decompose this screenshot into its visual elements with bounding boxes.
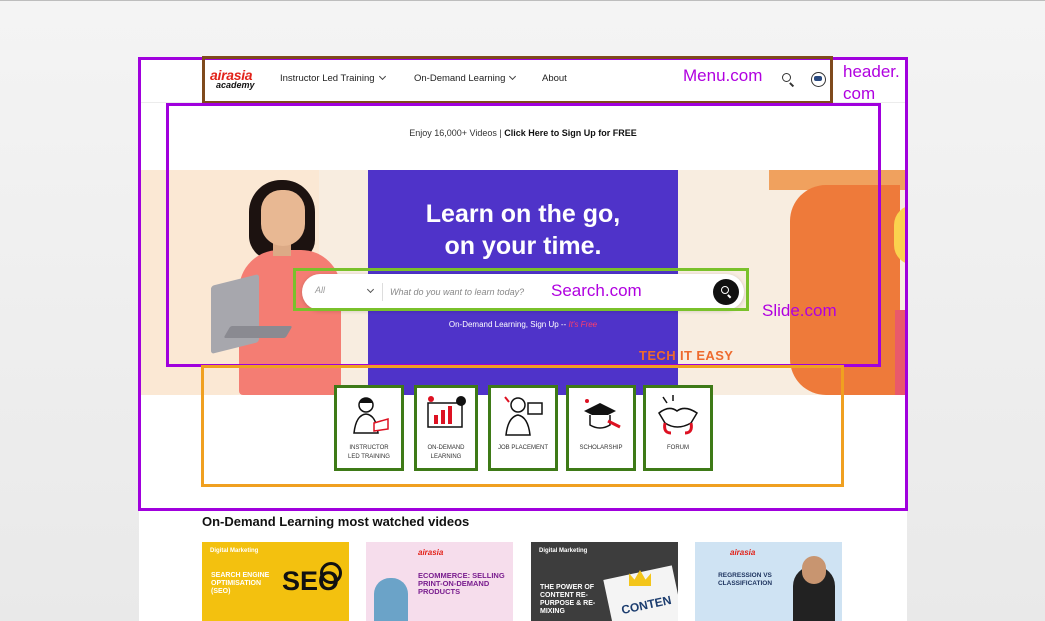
- instructor-photo: [374, 578, 408, 621]
- category-forum[interactable]: Forum: [643, 385, 713, 471]
- category-label-line1: Scholarship: [579, 445, 623, 451]
- category-shortcuts: Instructor Led Training On-Demand Learni…: [334, 385, 714, 473]
- category-label: Forum: [646, 444, 710, 453]
- search-divider: [382, 283, 383, 301]
- nav-label: Instructor Led Training: [280, 73, 375, 84]
- annotation-slide-label: Slide.com: [762, 301, 837, 320]
- category-label-line1: Forum: [667, 445, 689, 451]
- nav-instructor-led-training[interactable]: Instructor Led Training: [280, 72, 386, 84]
- category-label-line1: Instructor: [349, 445, 389, 451]
- category-label-line1: On-Demand: [427, 445, 465, 451]
- video-tag: Digital Marketing: [210, 548, 259, 554]
- nav-label: On-Demand Learning: [414, 73, 506, 84]
- hero-subtext-label: On-Demand Learning, Sign Up --: [448, 320, 569, 329]
- nav-on-demand-learning[interactable]: On-Demand Learning: [414, 72, 517, 84]
- scholarship-icon: [584, 399, 621, 429]
- course-search-bar: All: [302, 274, 744, 310]
- video-title: Regression vs Classification: [717, 572, 773, 587]
- search-submit-button[interactable]: [713, 279, 739, 305]
- handshake-icon: [658, 395, 699, 435]
- video-title: Ecommerce: Selling Print-On-Demand Produ…: [418, 571, 505, 596]
- category-label-line2: Learning: [430, 454, 462, 460]
- most-watched-heading: On-Demand Learning most watched videos: [202, 514, 470, 529]
- annotation-header-line2: com: [843, 84, 876, 103]
- hero-title-line2: on your time.: [444, 232, 602, 260]
- promo-text: Enjoy 16,000+ Videos |: [409, 128, 505, 138]
- search-icon: [721, 286, 729, 294]
- hero-slide: Learn on the go, on your time. All On-De…: [139, 170, 907, 395]
- instructor-face: [802, 556, 826, 584]
- annotation-menu-label: Menu.com: [683, 66, 763, 85]
- chevron-down-icon: [378, 72, 386, 81]
- site-logo[interactable]: airasia academy: [210, 68, 264, 90]
- hero-title-line1: Learn on the go,: [425, 200, 621, 228]
- hero-subtext: On-Demand Learning, Sign Up -- It's Free: [368, 320, 678, 329]
- category-label: On-Demand Learning: [417, 444, 475, 462]
- category-label-line1: Job Placement: [497, 445, 548, 451]
- category-job-placement[interactable]: Job Placement: [488, 385, 558, 471]
- category-on-demand-learning[interactable]: On-Demand Learning: [414, 385, 478, 471]
- video-logo: airasia: [418, 548, 444, 557]
- video-title: Search Engine Optimisation (SEO): [211, 572, 270, 595]
- video-tag: Digital Marketing: [539, 548, 588, 554]
- user-avatar-icon[interactable]: [811, 72, 826, 87]
- site-header: airasia academy Instructor Led Training …: [139, 58, 907, 103]
- video-title: The Power of Content Re-Purpose & Re-Mix…: [540, 584, 596, 615]
- category-label: Job Placement: [491, 444, 555, 453]
- annotation-header-label: header. com: [843, 61, 900, 105]
- video-thumbnail[interactable]: Digital Marketing The Power of Content R…: [531, 542, 678, 621]
- annotation-header-line1: header.: [843, 62, 900, 81]
- briefcase-icon: [504, 396, 543, 436]
- decor-shape: [895, 310, 907, 395]
- hero-tagline: TECH IT EASY: [639, 348, 734, 363]
- category-label: Scholarship: [569, 444, 633, 453]
- annotation-search-label: Search.com: [551, 281, 642, 300]
- category-scholarship[interactable]: Scholarship: [566, 385, 636, 471]
- free-signup-link[interactable]: It's Free: [568, 320, 597, 329]
- nav-label: About: [542, 73, 567, 84]
- video-logo: airasia: [730, 548, 756, 557]
- category-select[interactable]: All: [315, 285, 325, 295]
- hero-title: Learn on the go, on your time.: [368, 198, 678, 262]
- chevron-down-icon: [509, 72, 517, 81]
- search-icon[interactable]: [782, 73, 795, 87]
- video-thumbnail[interactable]: Digital Marketing Search Engine Optimisa…: [202, 542, 349, 621]
- nav-about[interactable]: About: [542, 73, 567, 84]
- web-page: airasia academy Instructor Led Training …: [139, 58, 907, 621]
- category-label: Instructor Led Training: [337, 444, 401, 462]
- signup-free-link[interactable]: Click Here to Sign Up for FREE: [504, 128, 637, 138]
- on-demand-icon: [427, 396, 466, 428]
- chevron-down-icon[interactable]: [366, 285, 375, 294]
- promo-banner: Enjoy 16,000+ Videos | Click Here to Sig…: [139, 128, 907, 138]
- logo-line2: academy: [216, 80, 255, 90]
- video-thumbnail[interactable]: airasia Ecommerce: Selling Print-On-Dema…: [366, 542, 513, 621]
- instructor-icon: [353, 397, 389, 434]
- magnifier-icon: [320, 562, 342, 584]
- category-label-line2: Led Training: [348, 454, 390, 460]
- top-divider: [0, 0, 1045, 1]
- video-thumbnail[interactable]: airasia Regression vs Classification: [695, 542, 842, 621]
- decor-shape: [790, 185, 900, 395]
- category-instructor-led-training[interactable]: Instructor Led Training: [334, 385, 404, 471]
